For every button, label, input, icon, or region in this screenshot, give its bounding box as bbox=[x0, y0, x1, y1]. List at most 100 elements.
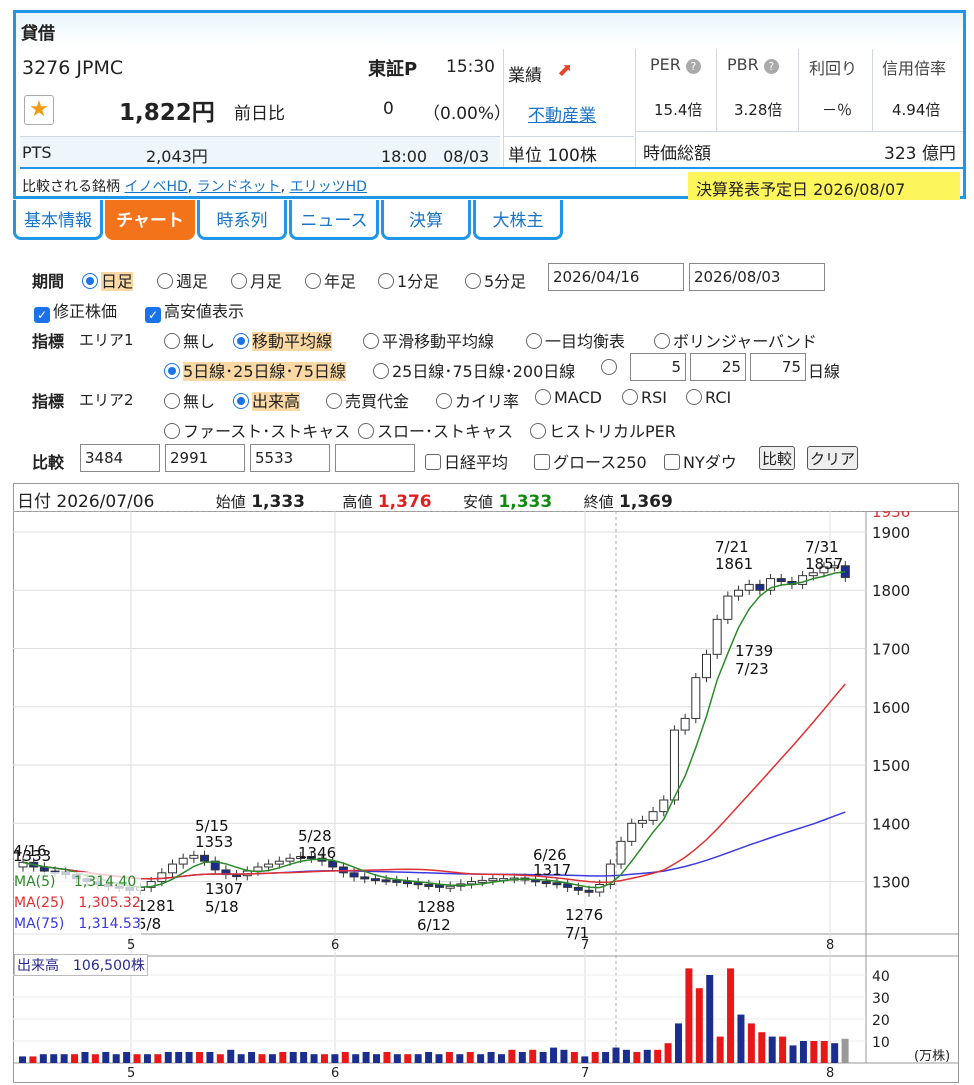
nydow-checkbox[interactable]: NYダウ bbox=[664, 449, 737, 473]
volume-bar bbox=[175, 1052, 183, 1063]
ma5-line bbox=[22, 570, 846, 889]
candle bbox=[616, 840, 626, 865]
compare-button[interactable]: 比較 bbox=[759, 446, 796, 470]
tab-shareholders[interactable]: 大株主 bbox=[473, 200, 563, 240]
volume-bar bbox=[258, 1054, 266, 1063]
volume-bar bbox=[799, 1041, 807, 1063]
ohlc-bar: 日付 2026/07/06 始値 1,333 高値 1,376 安値 1,333… bbox=[13, 483, 959, 512]
volume-bar bbox=[373, 1054, 381, 1063]
tab-chart[interactable]: チャート bbox=[105, 200, 195, 240]
stock-code-name: 3276 JPMC bbox=[22, 57, 124, 79]
compare-code-input[interactable]: 5533 bbox=[250, 444, 330, 472]
candle bbox=[253, 866, 263, 872]
tab-news[interactable]: ニュース bbox=[289, 200, 379, 240]
y-tick-label: 1500 bbox=[872, 757, 910, 775]
candle bbox=[338, 866, 348, 874]
x-tick-label: 8 bbox=[826, 938, 834, 953]
candle bbox=[734, 589, 744, 597]
candle bbox=[392, 879, 402, 883]
favorite-star-icon[interactable]: ★ bbox=[24, 95, 54, 125]
radio-ma-set1[interactable]: 5日線･25日線･75日線 bbox=[164, 358, 346, 382]
pbr-label: PBR ? bbox=[727, 55, 779, 74]
date-to-input[interactable]: 2026/08/03 bbox=[689, 263, 825, 291]
radio-monthly[interactable]: 月足 bbox=[231, 268, 282, 292]
sector-link[interactable]: 不動産業 bbox=[528, 101, 596, 126]
volume-bar bbox=[831, 1043, 839, 1063]
volume-bar bbox=[39, 1054, 47, 1063]
volume-bar bbox=[300, 1052, 308, 1063]
candle bbox=[168, 863, 178, 874]
candle bbox=[723, 595, 733, 620]
y-tick-label: 1700 bbox=[872, 641, 910, 659]
help-icon: ? bbox=[763, 59, 779, 74]
volume-bar bbox=[674, 1023, 682, 1063]
volume-bar bbox=[685, 968, 693, 1063]
radio-1min[interactable]: 1分足 bbox=[378, 268, 439, 292]
volume-bar bbox=[404, 1054, 412, 1063]
volume-unit: (万株) bbox=[914, 1049, 951, 1064]
gyoseki-label: 業績 bbox=[508, 66, 542, 86]
adjusted-checkbox[interactable]: ✓ 修正株価 bbox=[34, 298, 117, 323]
y-tick-label: 1600 bbox=[872, 699, 910, 717]
radio-rsi[interactable]: RSI bbox=[622, 388, 667, 407]
date-from-input[interactable]: 2026/04/16 bbox=[548, 263, 684, 291]
x-tick-label: 7 bbox=[581, 1066, 589, 1081]
tab-timeseries[interactable]: 時系列 bbox=[197, 200, 287, 240]
compare-code-input[interactable] bbox=[335, 444, 415, 472]
nikkei-checkbox[interactable]: 日経平均 bbox=[425, 449, 508, 473]
hilo-checkbox[interactable]: ✓ 高安値表示 bbox=[145, 298, 244, 323]
ma-input[interactable]: 5 bbox=[630, 353, 686, 381]
tab-basic[interactable]: 基本情報 bbox=[13, 200, 103, 240]
ma75-legend: MA(75) 1,314.53 bbox=[14, 916, 141, 932]
candle bbox=[157, 872, 167, 883]
growth250-checkbox[interactable]: グロース250 bbox=[534, 449, 647, 473]
volume-bar bbox=[196, 1052, 204, 1063]
volume-bar bbox=[591, 1052, 599, 1063]
compare-label: 比較される銘柄 イノベHD, ランドネット, エリッツHD bbox=[22, 179, 367, 195]
volume-bar bbox=[529, 1049, 537, 1063]
change-label: 前日比 bbox=[234, 104, 285, 124]
radio-rci[interactable]: RCI bbox=[686, 388, 731, 407]
ma25-legend: MA(25) 1,305.32 bbox=[14, 895, 141, 911]
clear-button[interactable]: クリア bbox=[807, 446, 859, 470]
candle bbox=[285, 857, 295, 862]
radio-ma-set2[interactable]: 25日線･75日線･200日線 bbox=[373, 358, 575, 382]
candle bbox=[349, 872, 359, 878]
radio-deviation[interactable]: カイリ率 bbox=[436, 388, 519, 412]
volume-bar bbox=[112, 1054, 120, 1063]
radio-turnover[interactable]: 売買代金 bbox=[326, 388, 409, 412]
compare-stock-link[interactable]: エリッツHD bbox=[290, 179, 367, 195]
volume-bar bbox=[654, 1049, 662, 1063]
radio-none[interactable]: 無し bbox=[164, 328, 215, 352]
ma-input[interactable]: 25 bbox=[690, 353, 746, 381]
radio-ema[interactable]: 平滑移動平均線 bbox=[363, 328, 494, 352]
radio-yearly[interactable]: 年足 bbox=[305, 268, 356, 292]
annotation-value: 1288 bbox=[417, 898, 455, 916]
radio-5min[interactable]: 5分足 bbox=[465, 268, 526, 292]
candle bbox=[573, 886, 583, 891]
candle bbox=[178, 857, 188, 865]
compare-stock-link[interactable]: ランドネット bbox=[197, 179, 281, 195]
radio-ichimoku[interactable]: 一目均衡表 bbox=[526, 328, 625, 352]
candle bbox=[776, 578, 786, 582]
compare-code-input[interactable]: 2991 bbox=[165, 444, 245, 472]
radio-daily[interactable]: 日足 bbox=[82, 268, 134, 292]
radio-hist-per[interactable]: ヒストリカルPER bbox=[530, 418, 676, 442]
vol-tick-label: 20 bbox=[872, 1013, 890, 1029]
radio-ma[interactable]: 移動平均線 bbox=[233, 328, 333, 352]
max-label: 1936 bbox=[872, 511, 910, 521]
radio-none2[interactable]: 無し bbox=[164, 388, 215, 412]
radio-slow-stoch[interactable]: スロー･ストキャス bbox=[358, 418, 513, 442]
compare-code-input[interactable]: 3484 bbox=[80, 444, 160, 472]
ma-input[interactable]: 75 bbox=[750, 353, 806, 381]
radio-weekly[interactable]: 週足 bbox=[157, 268, 208, 292]
radio-ma-custom[interactable] bbox=[601, 358, 620, 377]
radio-macd[interactable]: MACD bbox=[535, 388, 602, 407]
price-chart[interactable]: 1300140015001600170018001900193655667788… bbox=[13, 511, 959, 1083]
annotation-value: 1276 bbox=[565, 906, 603, 924]
radio-fast-stoch[interactable]: ファースト･ストキャス bbox=[164, 418, 350, 442]
tab-earnings[interactable]: 決算 bbox=[381, 200, 471, 240]
radio-bollinger[interactable]: ボリンジャーバンド bbox=[654, 328, 817, 352]
compare-stock-link[interactable]: イノベHD bbox=[124, 179, 187, 195]
radio-volume[interactable]: 出来高 bbox=[233, 388, 301, 412]
